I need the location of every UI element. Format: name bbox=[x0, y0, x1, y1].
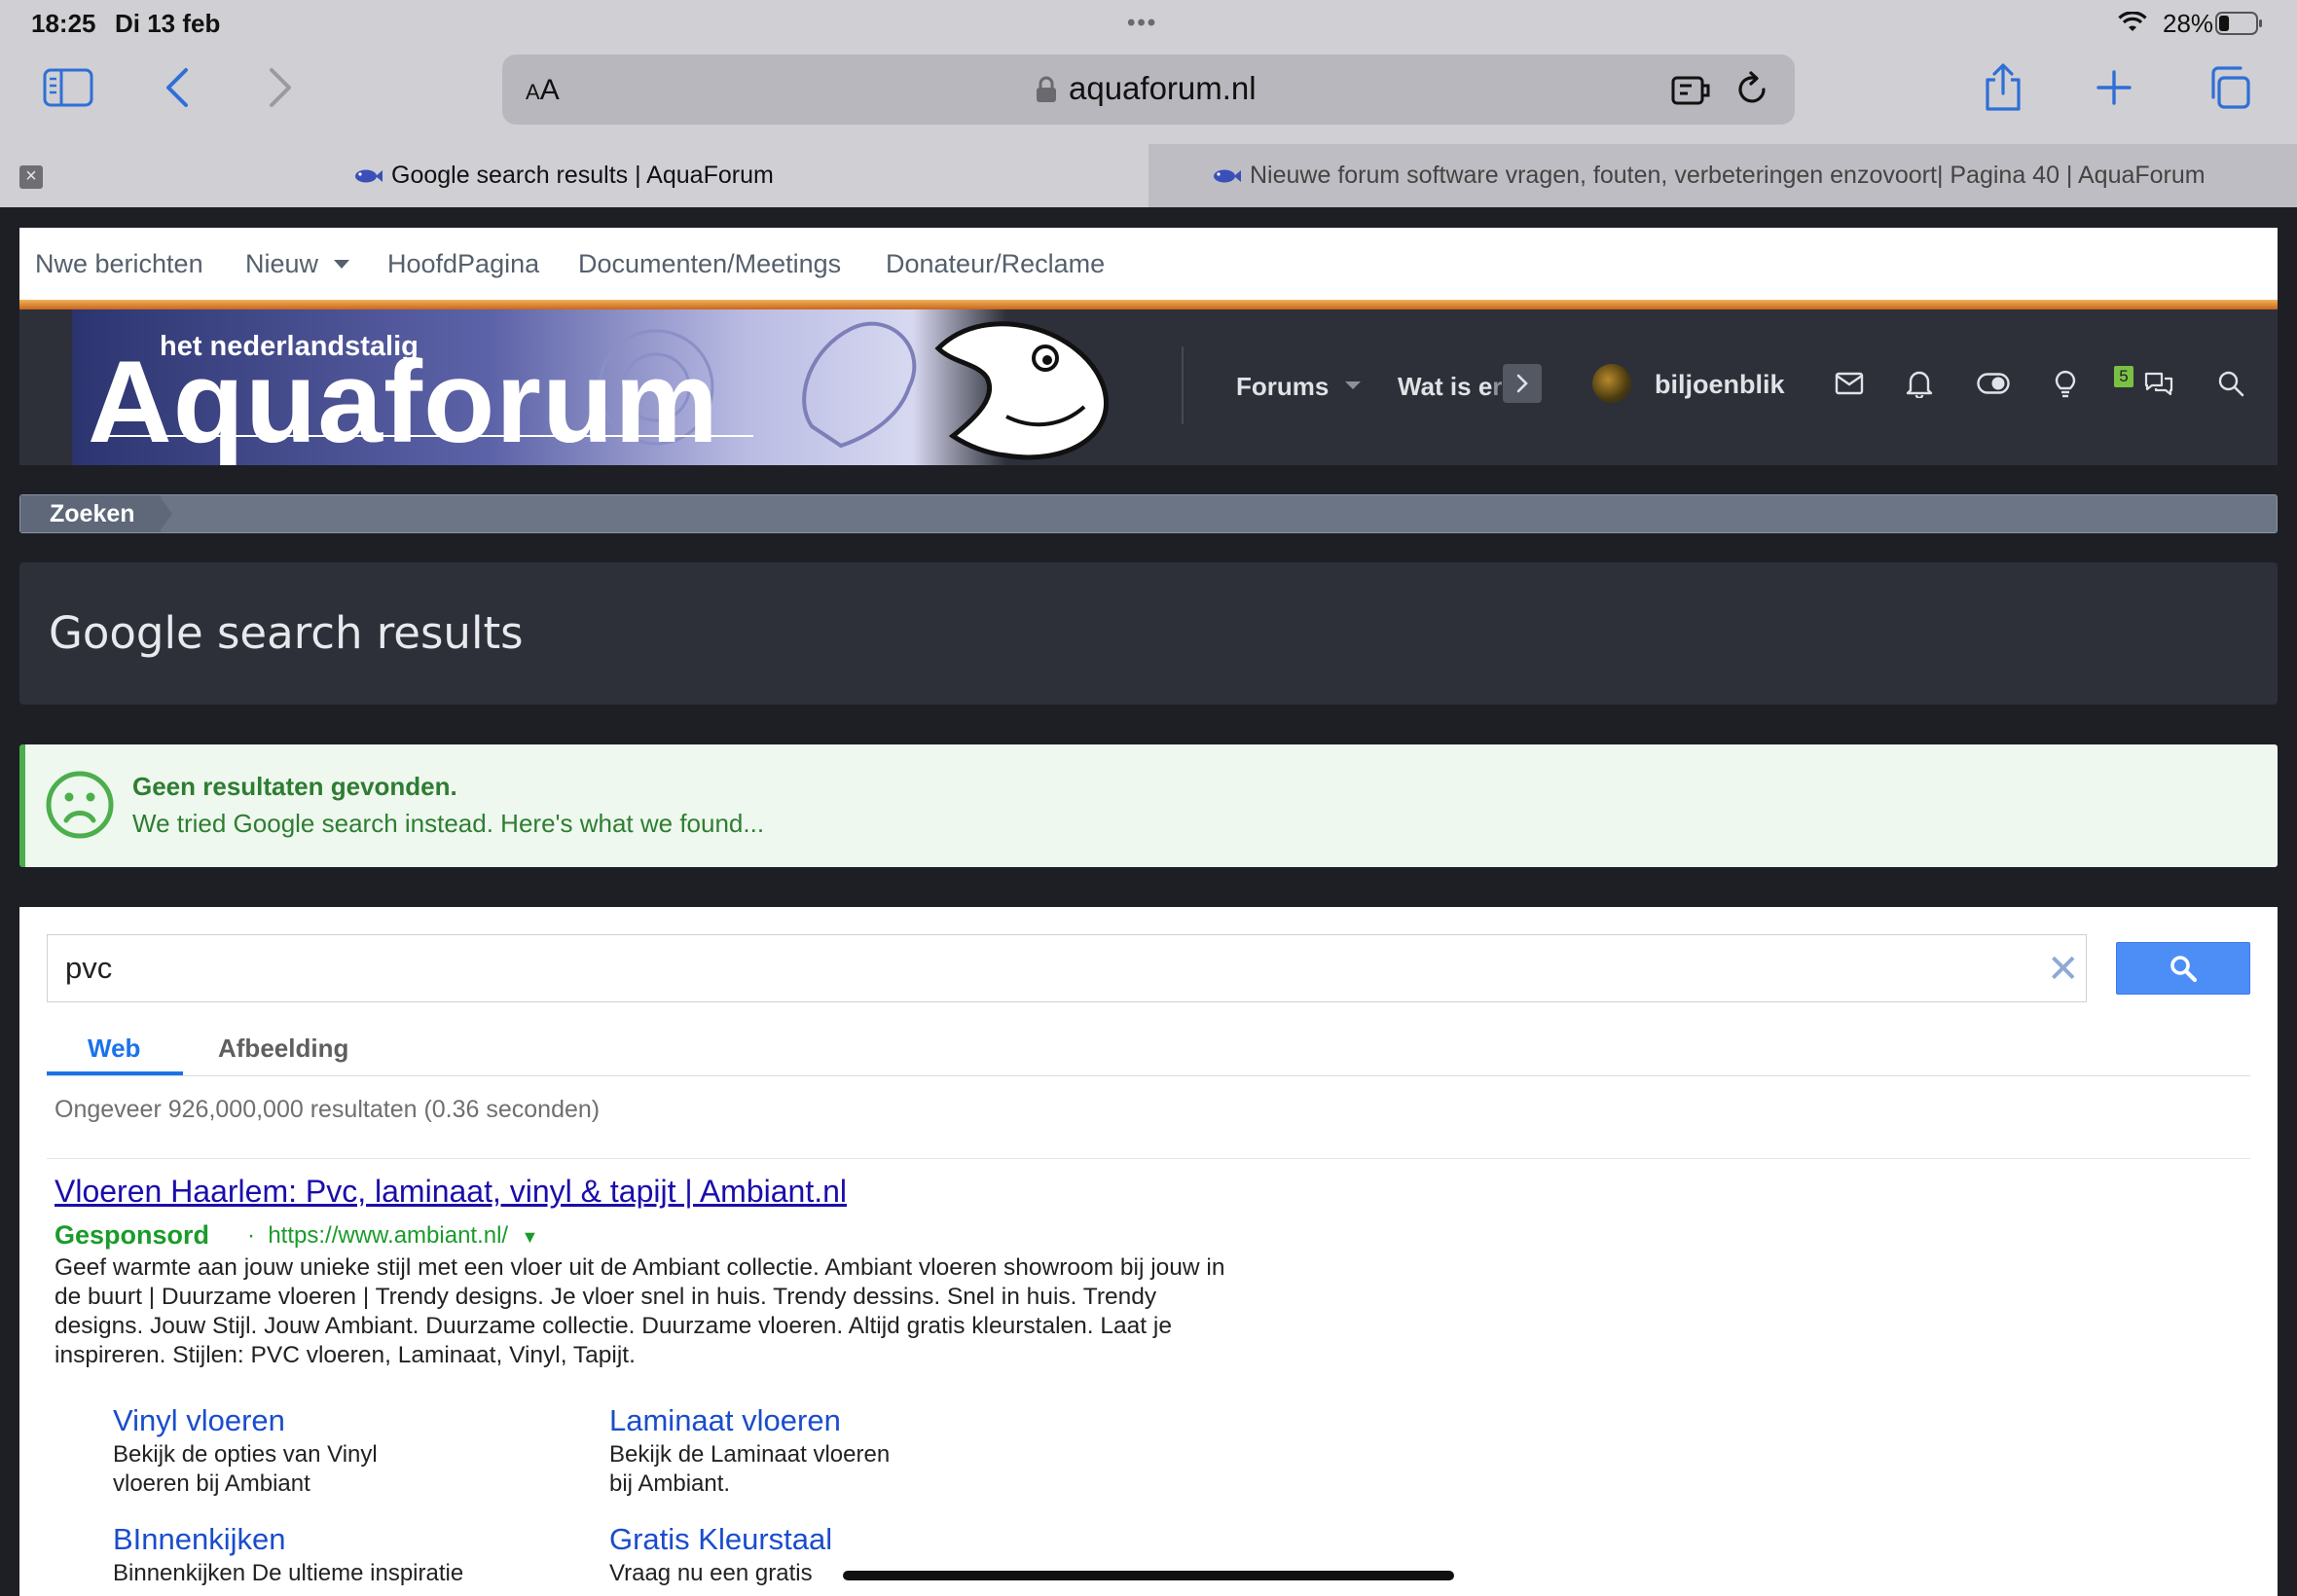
chevron-right-icon[interactable] bbox=[1503, 364, 1542, 403]
search-icon bbox=[2170, 956, 2198, 983]
google-search-button[interactable] bbox=[2116, 942, 2250, 995]
aquaforum-banner[interactable]: het nederlandstalig Aquaforum bbox=[72, 309, 1150, 465]
share-icon[interactable] bbox=[1972, 60, 2034, 115]
sitelink-title[interactable]: Laminaat vloeren bbox=[609, 1401, 890, 1440]
tab-web[interactable]: Web bbox=[88, 1034, 140, 1064]
tab-google-results[interactable]: × Google search results | AquaForum bbox=[0, 144, 1148, 207]
sitelink-desc: Bekijk de opties van Vinyl bbox=[113, 1441, 378, 1468]
caret-down-icon[interactable]: ▼ bbox=[521, 1227, 538, 1247]
sitelink-title[interactable]: Vinyl vloeren bbox=[113, 1401, 378, 1440]
sitelink: Gratis Kleurstaal Vraag nu een gratis bbox=[609, 1520, 832, 1588]
browser-chrome: 18:25 Di 13 feb ••• 28% AAAA aquaforum.n… bbox=[0, 0, 2297, 207]
back-icon[interactable] bbox=[146, 60, 208, 115]
header-divider bbox=[1182, 346, 1184, 424]
forums-caret-icon[interactable] bbox=[1345, 381, 1361, 389]
close-icon[interactable]: × bbox=[19, 165, 43, 189]
status-time: 18:25 bbox=[31, 9, 96, 38]
sidebar-icon[interactable] bbox=[37, 60, 99, 115]
whats-new-menu[interactable]: Wat is er bbox=[1398, 372, 1502, 402]
extension-icon[interactable] bbox=[1670, 70, 1713, 114]
tab-bar: × Google search results | AquaForum Nieu… bbox=[0, 144, 2297, 207]
search-input[interactable] bbox=[65, 947, 1992, 990]
address-url[interactable]: aquaforum.nl bbox=[1069, 70, 1257, 107]
sitelink-desc: Binnenkijken De ultieme inspiratie bbox=[113, 1560, 464, 1586]
breadcrumb-search[interactable]: Zoeken bbox=[20, 495, 161, 532]
page-title: Google search results bbox=[49, 607, 524, 659]
banner-title: Aquaforum bbox=[88, 337, 719, 465]
battery-icon bbox=[2215, 12, 2264, 40]
google-search-field[interactable]: ✕ bbox=[47, 934, 2087, 1002]
ad-result-url[interactable]: · https://www.ambiant.nl/ ▼ bbox=[247, 1222, 538, 1250]
notice-heading: Geen resultaten gevonden. bbox=[132, 772, 457, 801]
sitelink-desc: Bekijk de Laminaat vloeren bbox=[609, 1441, 891, 1468]
sitelink: Laminaat vloeren Bekijk de Laminaat vloe… bbox=[609, 1401, 890, 1499]
tab-title-inactive: Nieuwe forum software vragen, fouten, ve… bbox=[1250, 162, 2206, 189]
username[interactable]: biljoenblik bbox=[1655, 370, 1785, 400]
sitelink: BInnenkijken Binnenkijken De ultieme ins… bbox=[113, 1520, 463, 1588]
conversations-icon[interactable] bbox=[2141, 366, 2176, 401]
toggle-icon[interactable] bbox=[1976, 366, 2011, 401]
ad-url-text: https://www.ambiant.nl/ bbox=[268, 1222, 509, 1249]
forums-menu[interactable]: Forums bbox=[1236, 372, 1329, 402]
nav-documents[interactable]: Documenten/Meetings bbox=[578, 249, 841, 279]
new-tab-icon[interactable] bbox=[2083, 60, 2145, 115]
nav-new-label: Nieuw bbox=[245, 249, 319, 278]
whats-new-label: Wat is e bbox=[1398, 372, 1493, 401]
envelope-icon[interactable] bbox=[1832, 366, 1867, 401]
ad-result-description: Geef warmte aan jouw unieke stijl met ee… bbox=[55, 1254, 1225, 1368]
nav-new-posts[interactable]: Nwe berichten bbox=[35, 249, 203, 279]
sitelink-desc: bij Ambiant. bbox=[609, 1470, 731, 1497]
breadcrumb-arrow bbox=[159, 495, 172, 532]
tab-title-active: Google search results | AquaForum bbox=[391, 162, 774, 189]
divider bbox=[47, 1158, 2250, 1159]
aquaforum-favicon-icon bbox=[355, 169, 383, 183]
sitelink-title[interactable]: Gratis Kleurstaal bbox=[609, 1520, 832, 1559]
nav-homepage[interactable]: HoofdPagina bbox=[387, 249, 539, 279]
nav-donateur[interactable]: Donateur/Reclame bbox=[886, 249, 1105, 279]
nav-new[interactable]: Nieuw bbox=[245, 249, 349, 279]
forward-icon[interactable] bbox=[249, 60, 311, 115]
address-bar[interactable]: AAAA aquaforum.nl bbox=[502, 54, 1795, 125]
reload-icon[interactable] bbox=[1732, 70, 1771, 114]
result-count: Ongeveer 926,000,000 resultaten (0.36 se… bbox=[55, 1096, 601, 1123]
status-date: Di 13 feb bbox=[115, 9, 221, 38]
accent-rule bbox=[19, 300, 2278, 309]
tab-images[interactable]: Afbeelding bbox=[218, 1034, 348, 1064]
google-search-box: ✕ Web Afbeelding Ongeveer 926,000,000 re… bbox=[19, 907, 2278, 1596]
search-icon[interactable] bbox=[2213, 366, 2248, 401]
bell-icon[interactable] bbox=[1902, 366, 1937, 401]
sad-face-icon bbox=[45, 770, 115, 845]
whats-new-label-fade: r bbox=[1492, 372, 1503, 401]
avatar[interactable] bbox=[1592, 364, 1631, 403]
sponsored-label: Gesponsord bbox=[55, 1220, 210, 1250]
breadcrumb: Zoeken bbox=[19, 494, 2278, 533]
top-navigation: Nwe berichten Nieuw HoofdPagina Document… bbox=[19, 228, 2278, 300]
status-bar: 18:25 Di 13 feb ••• 28% bbox=[0, 0, 2297, 47]
no-results-notice: Geen resultaten gevonden. We tried Googl… bbox=[19, 744, 2278, 867]
battery-percent: 28% bbox=[2163, 9, 2214, 38]
sitelink-title[interactable]: BInnenkijken bbox=[113, 1520, 463, 1559]
ad-result-title[interactable]: Vloeren Haarlem: Pvc, laminaat, vinyl & … bbox=[55, 1174, 847, 1210]
tab-forum-software[interactable]: Nieuwe forum software vragen, fouten, ve… bbox=[1148, 144, 2297, 207]
tabs-icon[interactable] bbox=[2198, 60, 2260, 115]
page-title-box: Google search results bbox=[19, 562, 2278, 705]
reader-settings-button[interactable]: AAAA bbox=[526, 74, 560, 107]
lock-icon bbox=[1036, 76, 1057, 108]
caret-down-icon bbox=[333, 260, 349, 269]
wifi-icon bbox=[2118, 11, 2147, 38]
aquaforum-favicon-icon bbox=[1214, 169, 1241, 183]
sitelink-desc: Vraag nu een gratis bbox=[609, 1560, 813, 1586]
sitelink: Vinyl vloeren Bekijk de opties van Vinyl… bbox=[113, 1401, 378, 1499]
tab-web-underline bbox=[47, 1071, 183, 1075]
lightbulb-icon[interactable] bbox=[2048, 366, 2083, 401]
google-tabs: Web Afbeelding bbox=[47, 1022, 2250, 1076]
multitask-dots-icon[interactable]: ••• bbox=[1127, 10, 1157, 37]
clear-icon[interactable]: ✕ bbox=[2047, 947, 2080, 992]
sitelink-desc: vloeren bij Ambiant bbox=[113, 1470, 310, 1497]
conversations-badge: 5 bbox=[2114, 366, 2133, 387]
home-indicator[interactable] bbox=[843, 1571, 1454, 1580]
forum-header: het nederlandstalig Aquaforum Forums Wat… bbox=[19, 309, 2278, 465]
notice-text: We tried Google search instead. Here's w… bbox=[132, 809, 765, 838]
